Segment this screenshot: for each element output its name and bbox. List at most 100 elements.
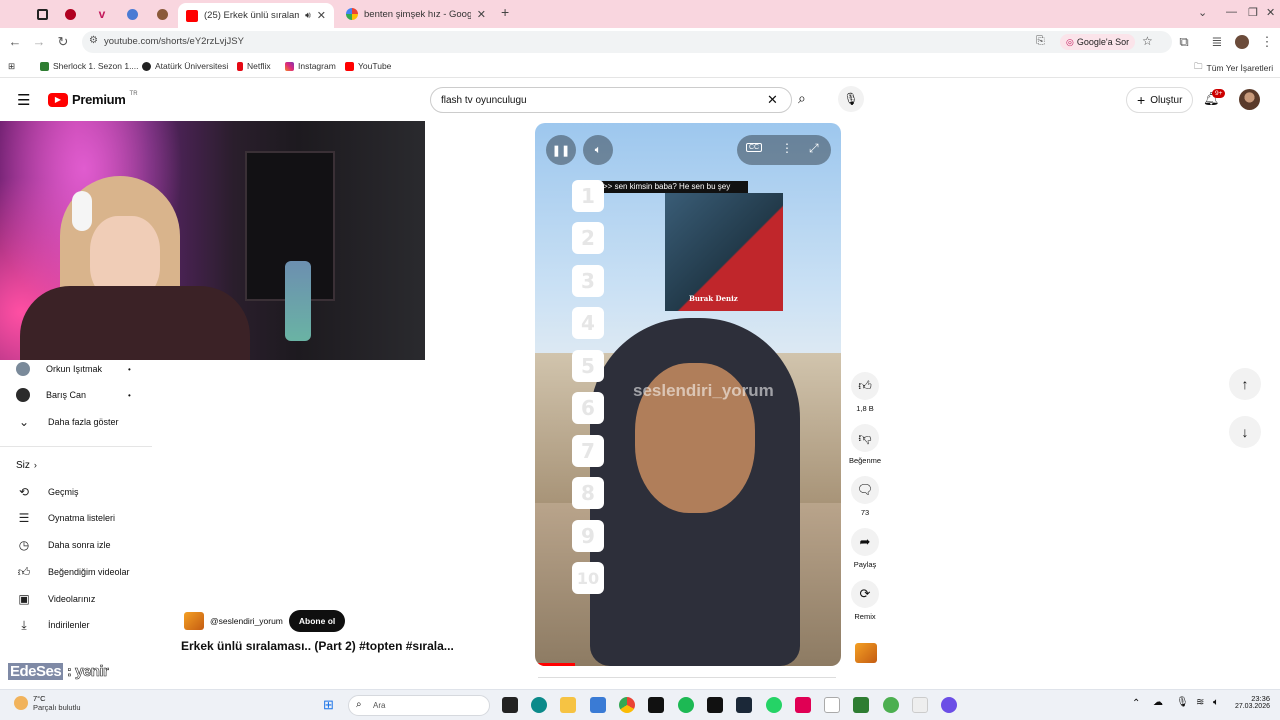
hamburger-menu-icon[interactable]: ☰	[17, 91, 30, 109]
sidebar-item-orkun[interactable]: Orkun Işıtmak •	[16, 359, 131, 379]
close-window-button[interactable]: ✕	[1266, 6, 1275, 19]
site-info-icon[interactable]: ⚙︎	[89, 35, 98, 46]
profile-avatar[interactable]	[1235, 35, 1249, 49]
progress-bar[interactable]	[535, 663, 575, 666]
whatsapp-icon[interactable]	[766, 697, 782, 713]
extensions-icon[interactable]: ⧉	[1175, 34, 1193, 50]
steam-icon[interactable]	[736, 697, 752, 713]
notepad-icon[interactable]	[824, 697, 840, 713]
comments-button[interactable]: 🗨︎ 73	[851, 476, 879, 517]
speaker-icon[interactable]: 🔈︎	[1213, 697, 1219, 708]
install-icon[interactable]: ⎘	[1036, 35, 1045, 48]
bookmark-item[interactable]: Sherlock 1. Sezon 1....	[40, 61, 139, 71]
sidebar-item-watch-later[interactable]: ◷ Daha sonra izle	[16, 535, 111, 555]
mic-icon[interactable]: 🎙︎	[1176, 697, 1189, 708]
app-icon[interactable]	[941, 697, 957, 713]
sidebar-item-history[interactable]: ⟲ Geçmiş	[16, 482, 79, 502]
channel-avatar[interactable]	[184, 612, 204, 630]
pinned-tab[interactable]	[56, 4, 84, 24]
subscribe-button[interactable]: Abone ol	[288, 610, 346, 632]
apps-icon[interactable]: ⊞	[8, 61, 15, 72]
app-icon[interactable]	[883, 697, 899, 713]
mic-icon[interactable]: 🎙︎	[838, 86, 864, 112]
task-view-icon[interactable]	[502, 697, 518, 713]
excel-icon[interactable]	[853, 697, 869, 713]
spotify-icon[interactable]	[678, 697, 694, 713]
weather-widget[interactable]: 7°C Parçalı bulutlu	[14, 694, 81, 712]
folder-icon[interactable]	[560, 697, 576, 713]
bookmark-item[interactable]: Netflix	[237, 61, 271, 71]
store-icon[interactable]	[590, 697, 606, 713]
pause-button[interactable]: ❚❚	[546, 135, 576, 165]
dislike-button[interactable]: 👎︎ Beğenme	[849, 424, 881, 465]
windows-start-icon[interactable]: ⊞	[323, 697, 334, 713]
more-icon[interactable]: ⋮	[781, 141, 793, 155]
network-icon[interactable]: ☁︎	[1153, 697, 1163, 708]
tab-youtube[interactable]: (25) Erkek ünlü sıralaması.. 🔊︎ ✕	[178, 3, 334, 28]
sidebar-item-your-videos[interactable]: ▣ Videolarınız	[16, 589, 95, 609]
sidebar-item-playlists[interactable]: ☰ Oynatma listeleri	[16, 508, 115, 528]
taskbar-search[interactable]: ⌕ Ara	[348, 695, 490, 716]
tab-label: (25) Erkek ünlü sıralaması..	[204, 10, 300, 21]
search-input[interactable]: flash tv oyunculugu	[441, 95, 527, 106]
all-bookmarks[interactable]: 🗀︎ Tüm Yer İşaretleri	[1194, 61, 1273, 75]
pinned-tab[interactable]	[118, 4, 146, 24]
clear-search-icon[interactable]: ✕	[767, 92, 778, 108]
chrome-icon[interactable]	[619, 697, 635, 713]
pinned-tab[interactable]	[28, 4, 56, 24]
address-bar[interactable]: ⚙︎ youtube.com/shorts/eY2rzLvjJSY ⎘ ◎ Go…	[82, 31, 1172, 53]
chevron-up-icon[interactable]: ⌃	[1132, 698, 1140, 709]
back-button[interactable]: ←	[6, 34, 24, 49]
search-icon[interactable]: ⌕	[798, 90, 806, 107]
fullscreen-icon[interactable]: ⤢	[809, 141, 819, 156]
sidebar-you-heading[interactable]: Siz ›	[16, 455, 37, 475]
star-icon[interactable]: ☆	[1142, 34, 1153, 48]
reload-button[interactable]: ↻	[54, 34, 72, 50]
reading-list-icon[interactable]: ≣	[1208, 34, 1226, 50]
show-more-button[interactable]: ⌄ Daha fazla göster	[16, 412, 119, 432]
shorts-video[interactable]: Burak Deniz >> sen kimsin baba? He sen b…	[535, 123, 841, 666]
remix-button[interactable]: ⟳ Remix	[851, 580, 879, 621]
sound-avatar[interactable]	[855, 643, 877, 663]
minimize-button[interactable]: —	[1226, 6, 1237, 18]
search-box[interactable]: flash tv oyunculugu ✕	[430, 87, 792, 113]
forward-button[interactable]: →	[30, 34, 48, 49]
restore-button[interactable]: ❐	[1248, 6, 1258, 19]
like-button[interactable]: 👍︎ 1,8 B	[851, 372, 879, 413]
speaker-icon[interactable]: 🔊︎	[305, 10, 311, 21]
new-tab-button[interactable]: +	[501, 4, 509, 20]
bookmark-item[interactable]: YouTube	[345, 61, 391, 71]
bookmark-item[interactable]: Atatürk Üniversitesi	[142, 61, 228, 71]
youtube-logo[interactable]: ▶ Premium TR	[48, 91, 138, 107]
url-text[interactable]: youtube.com/shorts/eY2rzLvjJSY	[104, 36, 244, 47]
pinned-tab[interactable]	[148, 4, 176, 24]
clock[interactable]: 23:36 27.03.2026	[1232, 694, 1270, 710]
captions-icon[interactable]: CC	[746, 143, 763, 152]
previous-short-button[interactable]: ↑	[1229, 368, 1261, 400]
sidebar-item-liked[interactable]: 👍︎ Beğendiğim videolar	[16, 562, 130, 582]
bookmark-item[interactable]: Instagram	[285, 61, 336, 71]
volume-button[interactable]: 🔈︎	[583, 135, 613, 165]
tiktok-icon[interactable]	[648, 697, 664, 713]
avatar[interactable]	[1239, 89, 1260, 110]
close-icon[interactable]: ✕	[477, 8, 486, 21]
tab-google[interactable]: benten şimşek hız - Google'da ✕	[338, 3, 494, 25]
close-icon[interactable]: ✕	[317, 9, 326, 22]
channel-name[interactable]: @seslendiri_yorum	[210, 616, 283, 626]
app-icon[interactable]	[912, 697, 928, 713]
next-short-button[interactable]: ↓	[1229, 416, 1261, 448]
sidebar-item-baris[interactable]: Barış Can •	[16, 385, 131, 405]
edge-icon[interactable]	[531, 697, 547, 713]
menu-icon[interactable]: ⋮	[1258, 34, 1276, 50]
share-button[interactable]: ➦ Paylaş	[851, 528, 879, 569]
app-icon[interactable]	[707, 697, 723, 713]
create-button[interactable]: + Oluştur	[1126, 87, 1194, 113]
dislike-label: Beğenme	[848, 456, 882, 465]
short-title[interactable]: Erkek ünlü sıralaması.. (Part 2) #topten…	[181, 639, 454, 653]
pinned-tab[interactable]: v	[88, 4, 116, 24]
google-sor-button[interactable]: ◎ Google'a Sor	[1060, 34, 1136, 50]
tab-search-icon[interactable]: ⌄	[1198, 6, 1207, 19]
wifi-icon[interactable]: ≋	[1196, 697, 1204, 708]
sidebar-item-downloads[interactable]: ⤓ İndirilenler	[16, 615, 89, 635]
app-icon[interactable]	[795, 697, 811, 713]
